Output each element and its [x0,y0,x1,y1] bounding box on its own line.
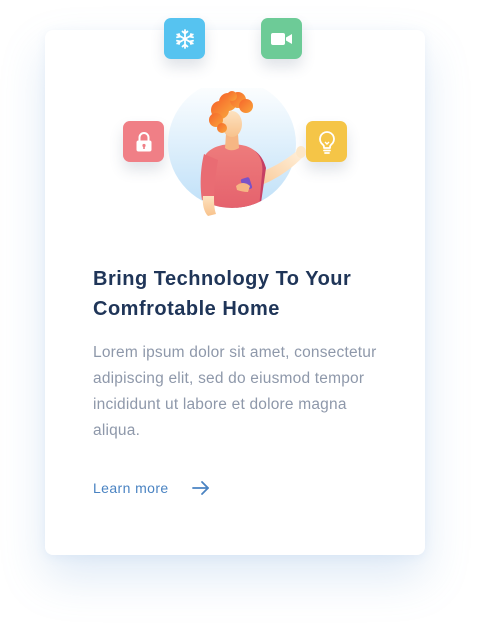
video-camera-tile[interactable] [261,18,302,59]
lightbulb-icon [318,130,335,154]
person-illustration [168,88,306,216]
lock-tile[interactable] [123,121,164,162]
lock-icon [136,131,151,151]
card-description: Lorem ipsum dolor sit amet, consectetur … [93,344,377,439]
learn-more-label: Learn more [93,480,169,496]
learn-more-link[interactable]: Learn more [93,480,210,496]
video-camera-icon [270,32,292,45]
arrow-right-icon [191,480,210,496]
stage: Bring Technology To Your Comfrotable Hom… [0,0,480,625]
snowflake-tile[interactable] [164,18,205,59]
snowflake-icon [175,28,194,49]
card-title: Bring Technology To Your Comfrotable Hom… [93,268,352,320]
